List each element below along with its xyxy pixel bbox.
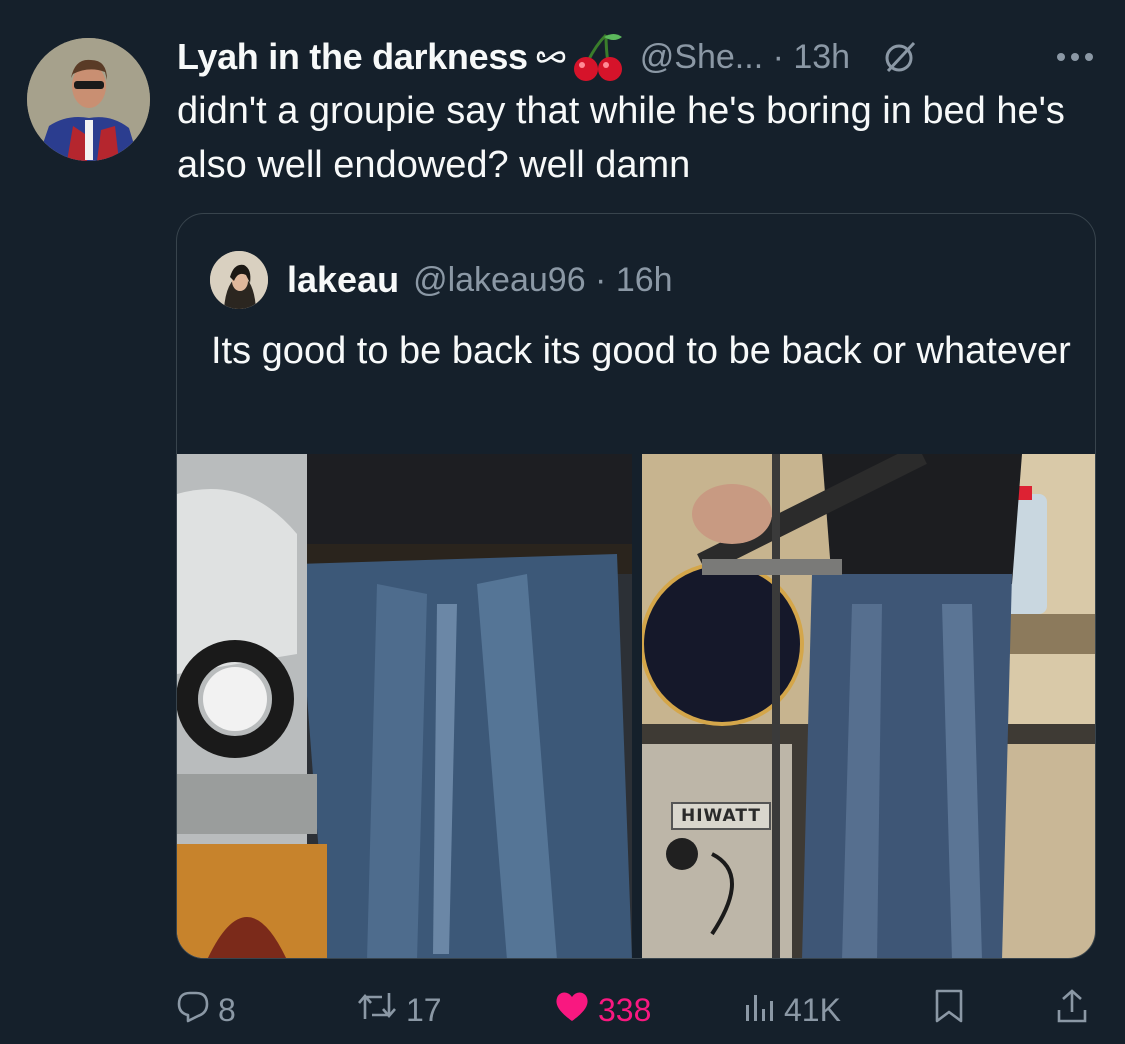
views-button[interactable]: 41K [744,985,841,1035]
quoted-text: Its good to be back its good to be back … [211,330,1071,372]
tweet-text: didn't a groupie say that while he's bor… [177,90,1065,186]
grok-icon[interactable] [880,37,920,77]
author-handle-time[interactable]: @She... · 13h [640,38,850,77]
quoted-author-name[interactable]: lakeau [287,259,399,301]
amp-label: HIWATT [671,802,771,830]
author-avatar[interactable] [27,38,150,161]
quoted-header: lakeau @lakeau96 · 16h [287,252,673,308]
share-button[interactable] [1056,985,1088,1035]
like-icon [554,989,590,1031]
views-count: 41K [784,991,841,1028]
quoted-tweet[interactable]: lakeau @lakeau96 · 16h Its good to be ba… [176,213,1096,959]
bookmark-button[interactable] [934,985,964,1035]
action-bar: 8 17 338 41K [176,985,1096,1035]
reply-icon [176,989,210,1031]
tweet-container: Lyah in the darkness @She... · 13h didn'… [0,0,1125,1044]
retweet-icon [356,989,398,1031]
like-button[interactable]: 338 [554,985,651,1035]
retweet-button[interactable]: 17 [356,985,442,1035]
share-icon [1056,988,1088,1032]
tweet-header: Lyah in the darkness @She... · 13h [177,30,1095,84]
cherry-icon [570,31,624,83]
quoted-author-avatar[interactable] [210,251,268,309]
retweet-count: 17 [406,991,442,1028]
views-icon [744,989,776,1031]
quoted-media: HIWATT [177,454,1095,958]
reply-button[interactable]: 8 [176,985,236,1035]
quoted-handle-time[interactable]: @lakeau96 · 16h [413,261,672,300]
reply-count: 8 [218,991,236,1028]
photo-right[interactable]: HIWATT [642,454,1095,958]
infinity-icon [536,46,566,68]
more-icon[interactable] [1055,51,1095,63]
bookmark-icon [934,988,964,1032]
photo-left[interactable] [177,454,632,958]
author-name[interactable]: Lyah in the darkness [177,36,528,78]
like-count: 338 [598,991,652,1028]
